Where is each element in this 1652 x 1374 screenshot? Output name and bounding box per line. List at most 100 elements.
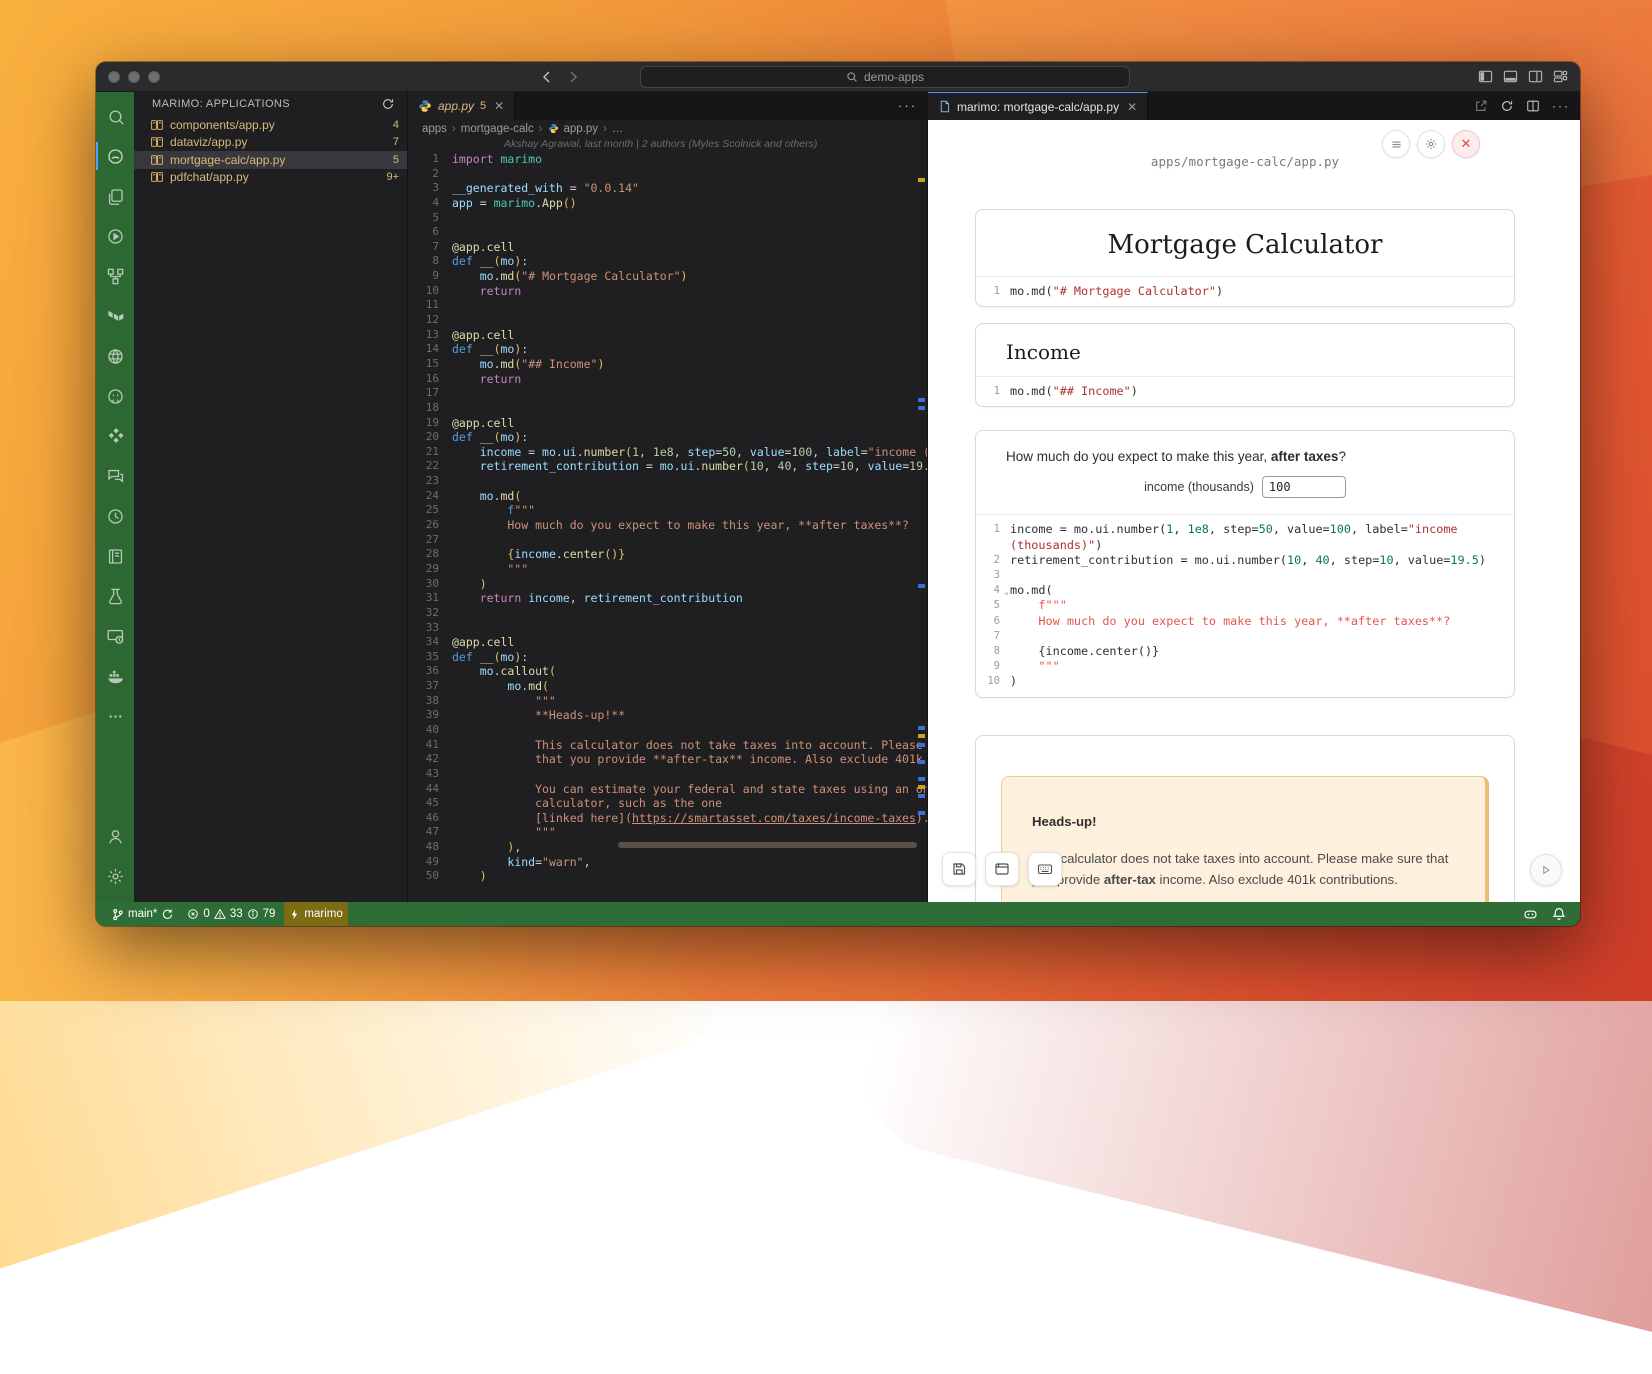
modified-line-mark (918, 811, 925, 815)
income-heading: Income (976, 324, 1514, 376)
file-badge: 5 (393, 154, 399, 166)
search-text: demo-apps (864, 70, 924, 84)
activity-item-settings[interactable] (96, 856, 134, 896)
file-name: components/app.py (170, 118, 393, 132)
modified-line-mark (918, 777, 925, 781)
run-app-button[interactable] (1530, 854, 1562, 886)
activity-item-timeline[interactable] (96, 496, 134, 536)
activity-item-remote-screen[interactable] (96, 616, 134, 656)
horizontal-scrollbar[interactable] (618, 842, 917, 848)
notifications-bell-icon[interactable] (1552, 907, 1566, 921)
close-window-button[interactable] (108, 71, 120, 83)
python-icon (548, 123, 559, 136)
error-icon (187, 908, 199, 920)
hamburger-menu-icon (1390, 138, 1403, 151)
close-icon[interactable]: ✕ (1127, 100, 1137, 114)
file-badge: 7 (393, 136, 399, 148)
open-external-icon[interactable] (1474, 99, 1488, 113)
activity-item-run-pointer[interactable] (96, 216, 134, 256)
breadcrumb-item[interactable]: mortgage-calc (461, 123, 534, 135)
stop-app-button[interactable]: ✕ (1452, 130, 1480, 158)
refresh-icon[interactable] (379, 95, 397, 113)
references-icon (106, 267, 125, 286)
zap-icon (289, 909, 300, 920)
activity-item-comments[interactable] (96, 456, 134, 496)
breadcrumb-item[interactable]: app.py (564, 123, 599, 135)
activity-item-github[interactable] (96, 376, 134, 416)
activity-item-terraform[interactable] (96, 296, 134, 336)
editor-group: app.py 5 ✕ ··· apps›mortgage-calc›app.py… (408, 92, 928, 902)
income-input-label: income (thousands) (1144, 480, 1254, 494)
file-item-dataviz-app-py[interactable]: dataviz/app.py7 (134, 134, 407, 152)
pieces-icon (106, 427, 125, 446)
marimo-webview-panel: marimo: mortgage-calc/app.py ✕ ··· ✕ (928, 92, 1580, 902)
copilot-icon[interactable] (1523, 907, 1538, 922)
breadcrumb-separator: › (603, 123, 607, 135)
tests-icon (106, 587, 125, 606)
editor-more-actions-icon[interactable]: ··· (898, 98, 917, 113)
git-branch-status[interactable]: main* (106, 902, 178, 926)
activity-item-notebook[interactable] (96, 536, 134, 576)
toggle-primary-sidebar-icon[interactable] (1478, 69, 1493, 84)
app-menu-button[interactable] (1382, 130, 1410, 158)
forward-arrow-icon[interactable] (564, 68, 582, 86)
open-in-browser-button[interactable] (985, 852, 1019, 886)
error-count: 0 (203, 908, 209, 920)
overview-ruler (918, 120, 925, 902)
code-editor[interactable]: 1import marimo23__generated_with = "0.0.… (408, 152, 927, 884)
cell-code[interactable]: 1income = mo.ui.number(1, 1e8, step=50, … (976, 514, 1514, 696)
zoom-window-button[interactable] (148, 71, 160, 83)
app-settings-button[interactable] (1417, 130, 1445, 158)
file-item-mortgage-calc-app-py[interactable]: mortgage-calc/app.py5 (134, 151, 407, 169)
reload-icon[interactable] (1500, 99, 1514, 113)
vscode-window: demo-apps MARIMO: APPLICATIONS component… (96, 62, 1580, 926)
close-icon[interactable]: ✕ (494, 99, 504, 113)
cell-code[interactable]: 1mo.md("# Mortgage Calculator") (976, 276, 1514, 306)
activity-item-copies[interactable] (96, 176, 134, 216)
breadcrumb-item[interactable]: … (612, 123, 624, 135)
more-actions-icon[interactable]: ··· (1552, 99, 1570, 113)
income-number-input[interactable] (1262, 476, 1346, 498)
split-editor-icon[interactable] (1526, 99, 1540, 113)
editor-tab-bar: app.py 5 ✕ (408, 92, 927, 120)
activity-item-tests[interactable] (96, 576, 134, 616)
activity-item-account[interactable] (96, 816, 134, 856)
globe-package-icon (106, 347, 125, 366)
activity-item-globe-package[interactable] (96, 336, 134, 376)
customize-layout-icon[interactable] (1553, 69, 1568, 84)
notebook-file-icon (150, 170, 164, 184)
save-app-button[interactable] (942, 852, 976, 886)
tab-marimo-webview[interactable]: marimo: mortgage-calc/app.py ✕ (928, 92, 1148, 120)
problems-status[interactable]: 0 33 79 (182, 902, 280, 926)
warning-count: 33 (230, 908, 243, 920)
cell-code[interactable]: 1mo.md("## Income") (976, 376, 1514, 406)
activity-item-docker[interactable] (96, 656, 134, 696)
toggle-secondary-sidebar-icon[interactable] (1528, 69, 1543, 84)
file-item-pdfchat-app-py[interactable]: pdfchat/app.py9+ (134, 169, 407, 187)
activity-item-pieces[interactable] (96, 416, 134, 456)
command-center-search[interactable]: demo-apps (640, 66, 1130, 88)
notebook-file-icon (150, 153, 164, 167)
keyboard-shortcuts-button[interactable] (1028, 852, 1062, 886)
activity-item-references[interactable] (96, 256, 134, 296)
sidebar-title: MARIMO: APPLICATIONS (152, 98, 290, 110)
warning-callout: Heads-up! This calculator does not take … (1001, 776, 1489, 902)
file-badge: 4 (393, 119, 399, 131)
activity-item-more[interactable] (96, 696, 134, 736)
file-item-components-app-py[interactable]: components/app.py4 (134, 116, 407, 134)
toggle-panel-icon[interactable] (1503, 69, 1518, 84)
tab-app-py[interactable]: app.py 5 ✕ (408, 92, 515, 120)
breadcrumb: apps›mortgage-calc›app.py›… (422, 120, 623, 138)
git-blame-annotation: Akshay Agrawal, last month | 2 authors (… (504, 138, 817, 152)
warning-mark (918, 734, 925, 738)
preview-file-icon (938, 100, 951, 113)
breadcrumb-item[interactable]: apps (422, 123, 447, 135)
account-icon (106, 827, 125, 846)
marimo-status-badge[interactable]: marimo (284, 902, 347, 926)
minimize-window-button[interactable] (128, 71, 140, 83)
notebook-file-icon (150, 135, 164, 149)
activity-item-search[interactable] (96, 96, 134, 136)
back-arrow-icon[interactable] (538, 68, 556, 86)
activity-item-marimo[interactable] (96, 136, 134, 176)
settings-icon (106, 867, 125, 886)
